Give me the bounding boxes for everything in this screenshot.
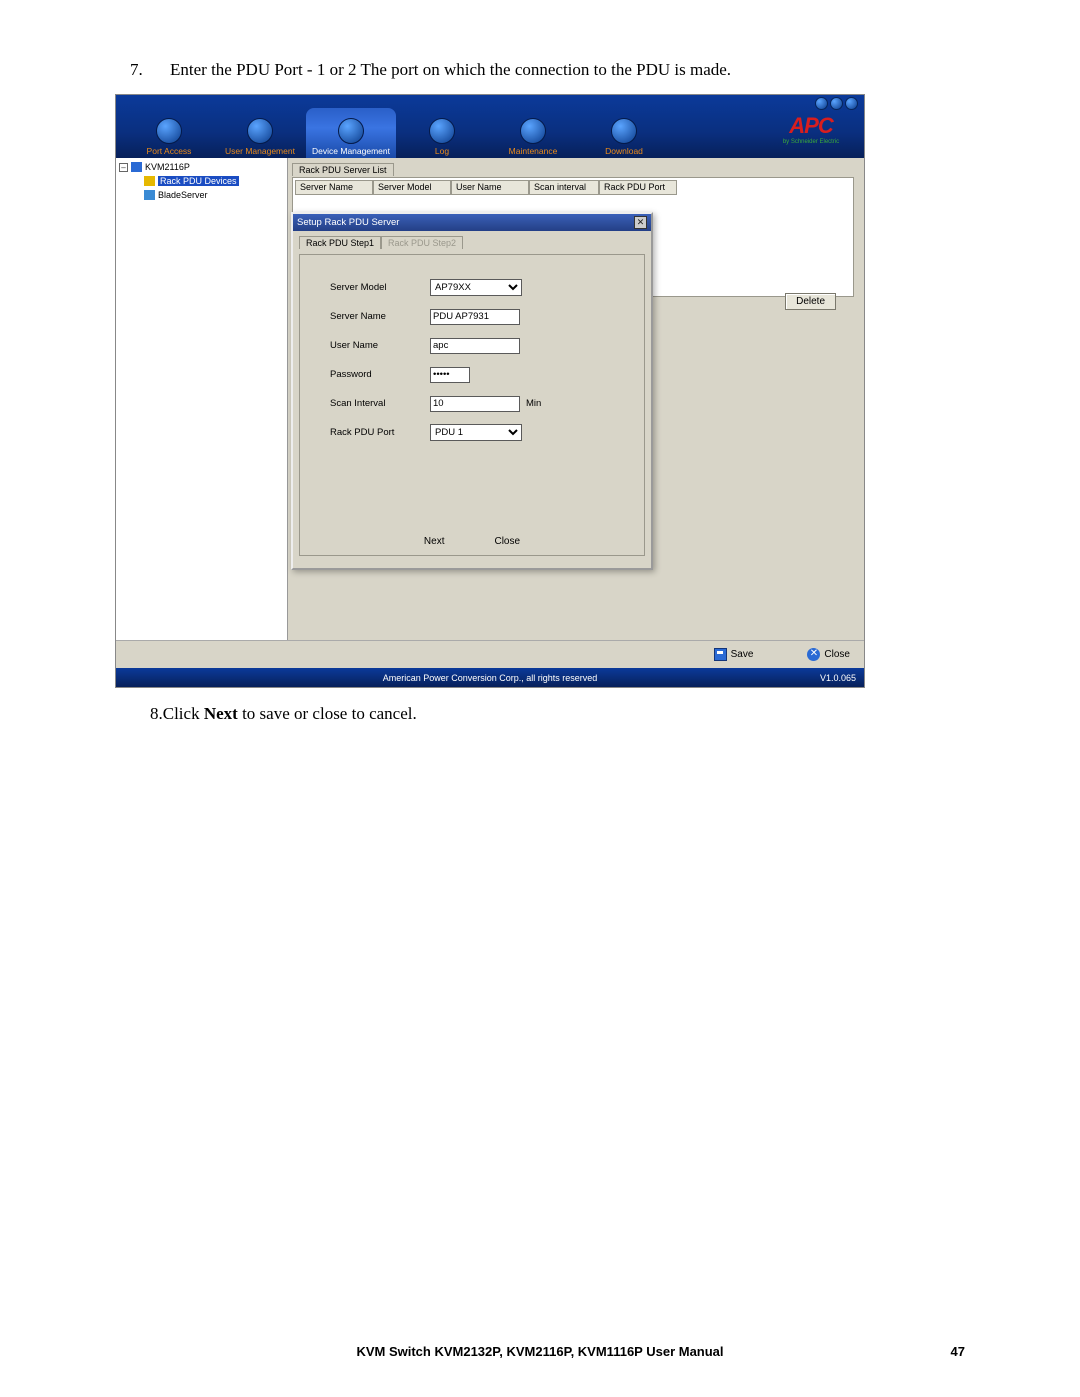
- tree-root[interactable]: – KVM2116P: [119, 160, 284, 174]
- nav-user-management[interactable]: User Management: [215, 108, 305, 158]
- nav-device-management[interactable]: Device Management: [306, 108, 396, 158]
- copyright: American Power Conversion Corp., all rig…: [383, 673, 598, 683]
- main-nav: Port Access User Management Device Manag…: [116, 95, 669, 158]
- main-panel: Rack PDU Server List Server Name Server …: [288, 158, 864, 670]
- page-number: 47: [951, 1344, 965, 1359]
- col-user-name[interactable]: User Name: [451, 180, 529, 195]
- col-server-model[interactable]: Server Model: [373, 180, 451, 195]
- tab-rack-pdu-list[interactable]: Rack PDU Server List: [292, 163, 394, 176]
- label-server-name: Server Name: [330, 311, 430, 322]
- instruction-7: 7.Enter the PDU Port - 1 or 2 The port o…: [170, 60, 965, 80]
- scan-unit: Min: [526, 398, 541, 409]
- work-area: – KVM2116P Rack PDU Devices BladeServer: [116, 158, 864, 670]
- server-model-select[interactable]: AP79XX: [430, 279, 522, 296]
- download-icon: [611, 118, 637, 144]
- blade-icon: [144, 190, 155, 200]
- maintenance-icon: [520, 118, 546, 144]
- question-icon[interactable]: [830, 97, 843, 110]
- device-icon: [131, 162, 142, 172]
- row-rack-pdu-port: Rack PDU Port PDU 1: [330, 418, 630, 447]
- version: V1.0.065: [820, 673, 856, 683]
- save-button[interactable]: Save: [714, 648, 754, 661]
- close-button[interactable]: ✕ Close: [807, 648, 850, 661]
- server-name-field[interactable]: [430, 309, 520, 325]
- save-icon: [714, 648, 727, 661]
- col-server-name[interactable]: Server Name: [295, 180, 373, 195]
- user-mgmt-icon: [247, 118, 273, 144]
- tab-step1[interactable]: Rack PDU Step1: [299, 236, 381, 249]
- delete-button[interactable]: Delete: [785, 293, 836, 310]
- row-user-name: User Name: [330, 331, 630, 360]
- pdu-form: Server Model AP79XX Server Name User Nam…: [299, 254, 645, 556]
- nav-download[interactable]: Download: [579, 108, 669, 158]
- nav-port-access[interactable]: Port Access: [124, 108, 214, 158]
- row-scan-interval: Scan Interval Min: [330, 389, 630, 418]
- row-password: Password: [330, 360, 630, 389]
- user-name-field[interactable]: [430, 338, 520, 354]
- nav-maintenance[interactable]: Maintenance: [488, 108, 578, 158]
- logout-icon[interactable]: [845, 97, 858, 110]
- instruction-8: 8.Click Next to save or close to cancel.: [170, 704, 965, 724]
- col-scan-interval[interactable]: Scan interval: [529, 180, 599, 195]
- list-tabs: Rack PDU Server List: [292, 162, 854, 175]
- help-icon[interactable]: [815, 97, 828, 110]
- label-user-name: User Name: [330, 340, 430, 351]
- password-field[interactable]: [430, 367, 470, 383]
- tree-rack-pdu[interactable]: Rack PDU Devices: [119, 174, 284, 188]
- bottom-bar: Save ✕ Close: [116, 640, 864, 668]
- close-icon[interactable]: ✕: [634, 216, 647, 229]
- dialog-tabs: Rack PDU Step1Rack PDU Step2: [299, 235, 645, 248]
- status-bar: American Power Conversion Corp., all rig…: [116, 668, 864, 687]
- tree-bladeserver[interactable]: BladeServer: [119, 188, 284, 202]
- page-footer: KVM Switch KVM2132P, KVM2116P, KVM1116P …: [0, 1344, 1080, 1359]
- scan-interval-field[interactable]: [430, 396, 520, 412]
- label-server-model: Server Model: [330, 282, 430, 293]
- titlebar-icons: [815, 97, 858, 110]
- device-mgmt-icon: [338, 118, 364, 144]
- label-rack-pdu-port: Rack PDU Port: [330, 427, 430, 438]
- app-window: APC by Schneider Electric Port Access Us…: [115, 94, 865, 688]
- label-password: Password: [330, 369, 430, 380]
- rack-pdu-port-select[interactable]: PDU 1: [430, 424, 522, 441]
- apc-logo: APC by Schneider Electric: [766, 113, 856, 145]
- collapse-icon[interactable]: –: [119, 163, 128, 172]
- log-icon: [429, 118, 455, 144]
- row-server-model: Server Model AP79XX: [330, 273, 630, 302]
- pdu-icon: [144, 176, 155, 186]
- label-scan-interval: Scan Interval: [330, 398, 430, 409]
- dialog-body: Rack PDU Step1Rack PDU Step2 Server Mode…: [293, 231, 651, 560]
- row-server-name: Server Name: [330, 302, 630, 331]
- dialog-title: Setup Rack PDU Server: [297, 217, 399, 228]
- tab-step2: Rack PDU Step2: [381, 236, 463, 249]
- close-round-icon: ✕: [807, 648, 820, 661]
- delete-area: Delete: [785, 293, 836, 310]
- port-access-icon: [156, 118, 182, 144]
- col-rack-pdu-port[interactable]: Rack PDU Port: [599, 180, 677, 195]
- top-toolbar: APC by Schneider Electric Port Access Us…: [116, 95, 864, 158]
- dialog-actions: Next Close: [300, 536, 644, 547]
- dialog-titlebar: Setup Rack PDU Server ✕: [293, 214, 651, 231]
- device-tree: – KVM2116P Rack PDU Devices BladeServer: [116, 158, 288, 670]
- dialog-close-button[interactable]: Close: [494, 536, 520, 547]
- next-button[interactable]: Next: [424, 536, 445, 547]
- nav-log[interactable]: Log: [397, 108, 487, 158]
- setup-pdu-dialog: Setup Rack PDU Server ✕ Rack PDU Step1Ra…: [291, 212, 653, 570]
- list-header: Server Name Server Model User Name Scan …: [295, 180, 851, 195]
